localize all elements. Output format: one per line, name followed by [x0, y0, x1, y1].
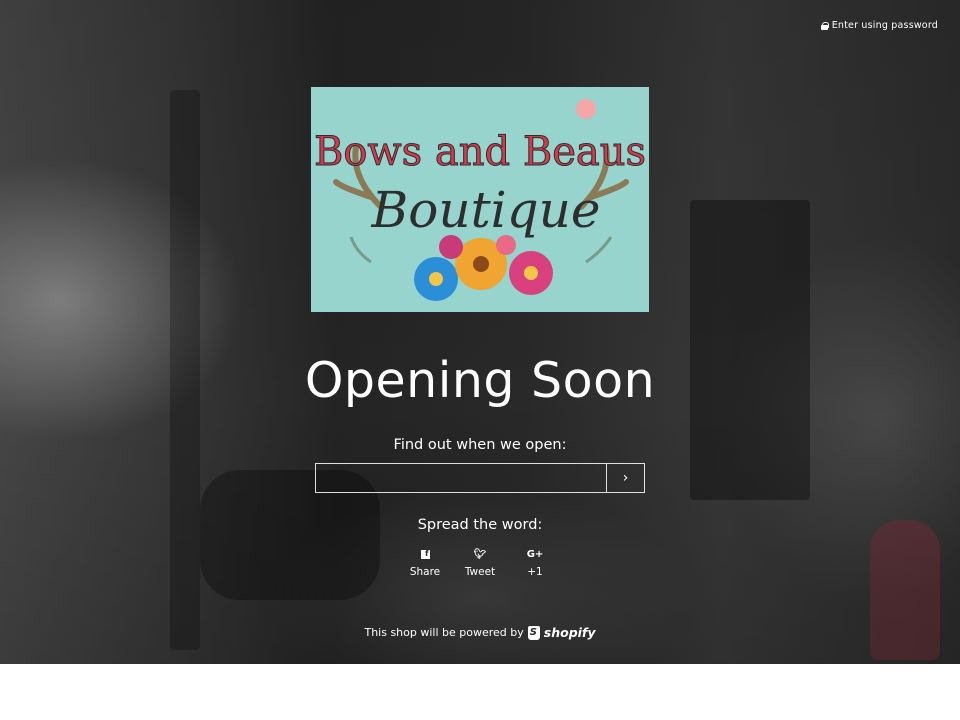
- enter-password-label: Enter using password: [831, 20, 938, 31]
- share-twitter-label: Tweet: [464, 566, 496, 578]
- page-title: Opening Soon: [304, 352, 656, 409]
- store-logo: Bows and Beaus Boutique: [311, 87, 649, 312]
- signup-form: ›: [315, 463, 645, 493]
- email-input[interactable]: [315, 463, 606, 493]
- signup-label: Find out when we open:: [393, 437, 567, 453]
- share-googleplus-label: +1: [527, 566, 543, 578]
- share-twitter-link[interactable]: 🐦︎ Tweet: [453, 548, 507, 578]
- chevron-right-icon: ›: [622, 470, 629, 486]
- share-heading: Spread the word:: [417, 517, 543, 533]
- share-facebook-label: Share: [409, 566, 441, 578]
- share-googleplus-link[interactable]: G+ +1: [508, 548, 562, 578]
- social-share-list: Share 🐦︎ Tweet G+ +1: [398, 547, 562, 578]
- logo-line1: Bows and Beaus: [314, 129, 646, 175]
- submit-button[interactable]: ›: [606, 463, 645, 493]
- powered-by-text: This shop will be powered by: [364, 626, 524, 639]
- logo-line2: Boutique: [371, 181, 601, 239]
- page-bottom-area: [0, 664, 960, 720]
- google-plus-icon: G+: [526, 549, 544, 560]
- lock-icon: [820, 21, 829, 30]
- powered-by: This shop will be powered by shopify: [0, 625, 960, 640]
- share-facebook-link[interactable]: Share: [398, 547, 452, 578]
- shopify-link[interactable]: shopify: [544, 625, 596, 640]
- shopify-bag-icon: [527, 625, 540, 640]
- enter-password-link[interactable]: Enter using password: [820, 20, 938, 31]
- twitter-icon: 🐦︎: [473, 549, 487, 560]
- facebook-icon: [420, 547, 430, 562]
- logo-artwork: Bows and Beaus Boutique: [313, 99, 647, 301]
